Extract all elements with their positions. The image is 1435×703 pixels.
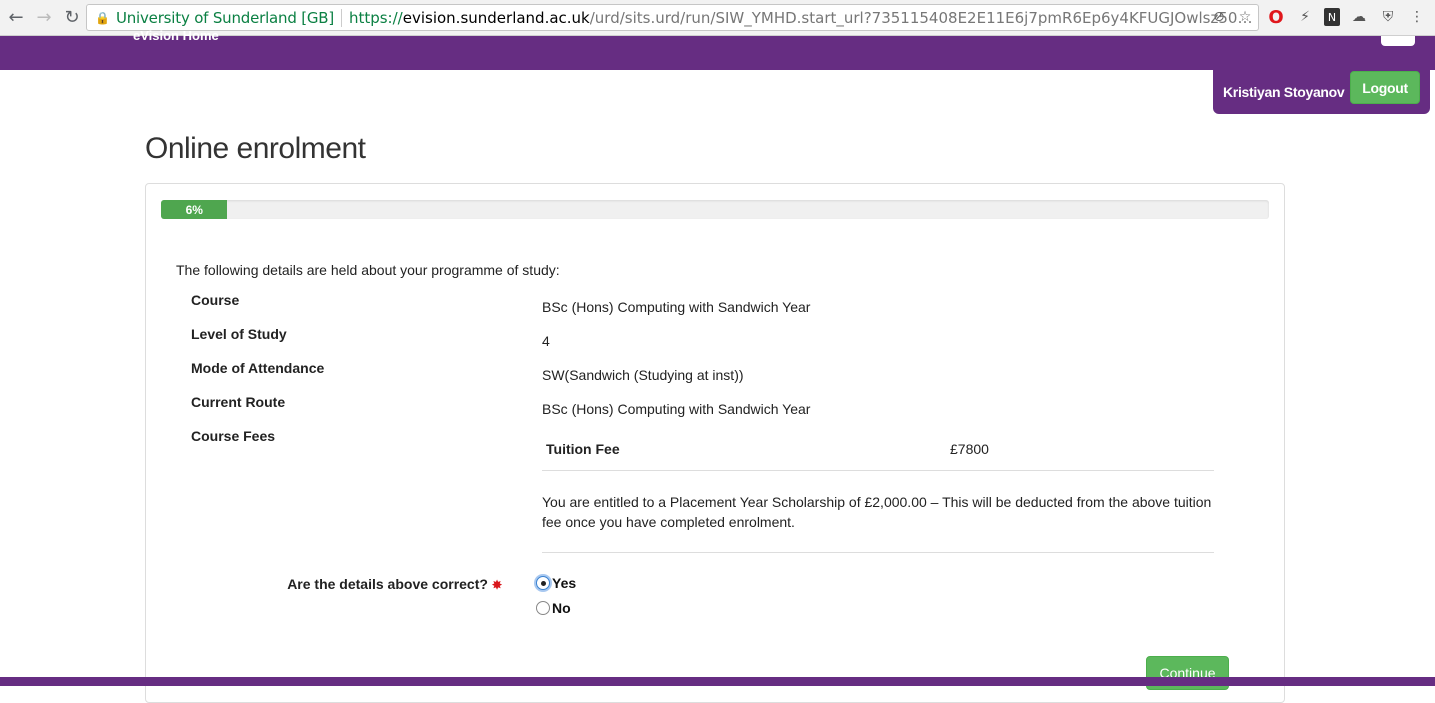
radio-yes-label: Yes <box>552 575 577 591</box>
level-value: 4 <box>542 333 550 349</box>
intro-text: The following details are held about you… <box>176 262 560 278</box>
user-name: Kristiyan Stoyanov <box>1223 84 1345 100</box>
lock-icon: 🔒 <box>95 10 110 25</box>
opera-extension-icon[interactable]: O <box>1266 6 1286 28</box>
radio-no-input[interactable] <box>536 601 550 615</box>
site-identity: University of Sunderland [GB] <box>115 8 335 27</box>
nav-toggle-button[interactable] <box>1381 36 1415 46</box>
extension-icon[interactable]: ⚡ <box>1295 6 1315 28</box>
bookmark-star-icon[interactable]: ☆ <box>1236 8 1254 26</box>
user-panel: Kristiyan Stoyanov Logout <box>1213 70 1430 114</box>
fee-name: Tuition Fee <box>546 441 620 457</box>
fee-amount: £7800 <box>950 441 989 457</box>
url-host: evision.sunderland.ac.uk <box>402 8 590 27</box>
address-bar[interactable]: 🔒 University of Sunderland [GB] https://… <box>86 4 1259 31</box>
mode-label: Mode of Attendance <box>191 360 325 376</box>
route-value: BSc (Hons) Computing with Sandwich Year <box>542 401 811 417</box>
reader-extension-icon[interactable]: N <box>1324 8 1340 26</box>
radio-no[interactable]: No <box>536 600 571 616</box>
radio-yes[interactable]: Yes <box>536 575 576 591</box>
page-title: Online enrolment <box>145 132 366 165</box>
reload-icon[interactable]: ↻ <box>58 4 86 32</box>
address-divider <box>341 8 342 27</box>
cloud-extension-icon[interactable]: ☁ <box>1349 6 1369 28</box>
url-path: /urd/sits.urd/run/SIW_YMHD.start_url?735… <box>589 8 1258 27</box>
forward-icon[interactable]: → <box>30 4 58 32</box>
footer-bar <box>0 677 1435 686</box>
url-scheme: https:// <box>348 8 403 27</box>
fee-row: Tuition Fee £7800 <box>542 430 1214 471</box>
course-label: Course <box>191 292 240 308</box>
radio-yes-input[interactable] <box>536 576 550 590</box>
logout-button[interactable]: Logout <box>1350 71 1420 104</box>
blocked-content-icon[interactable]: ⊘ <box>1210 8 1228 26</box>
site-header: eVision Home <box>0 28 1435 70</box>
radio-no-label: No <box>552 600 571 616</box>
shield-extension-icon[interactable]: ⛨ <box>1378 6 1398 28</box>
level-label: Level of Study <box>191 326 287 342</box>
enrolment-panel: 6% The following details are held about … <box>145 183 1285 703</box>
confirm-question-text: Are the details above correct? <box>287 576 488 592</box>
progress-bar: 6% <box>161 200 1269 219</box>
required-asterisk-icon: ✸ <box>491 578 502 592</box>
browser-menu-icon[interactable]: ⋮ <box>1407 6 1427 28</box>
scholarship-note: You are entitled to a Placement Year Sch… <box>542 492 1214 553</box>
mode-value: SW(Sandwich (Studying at inst)) <box>542 367 744 383</box>
course-value: BSc (Hons) Computing with Sandwich Year <box>542 299 811 315</box>
progress-fill: 6% <box>161 200 228 219</box>
evision-home-link[interactable]: eVision Home <box>133 28 219 43</box>
fees-label: Course Fees <box>191 428 276 444</box>
route-label: Current Route <box>191 394 286 410</box>
confirm-question: Are the details above correct? ✸ <box>287 576 502 592</box>
back-icon[interactable]: ← <box>2 4 30 32</box>
